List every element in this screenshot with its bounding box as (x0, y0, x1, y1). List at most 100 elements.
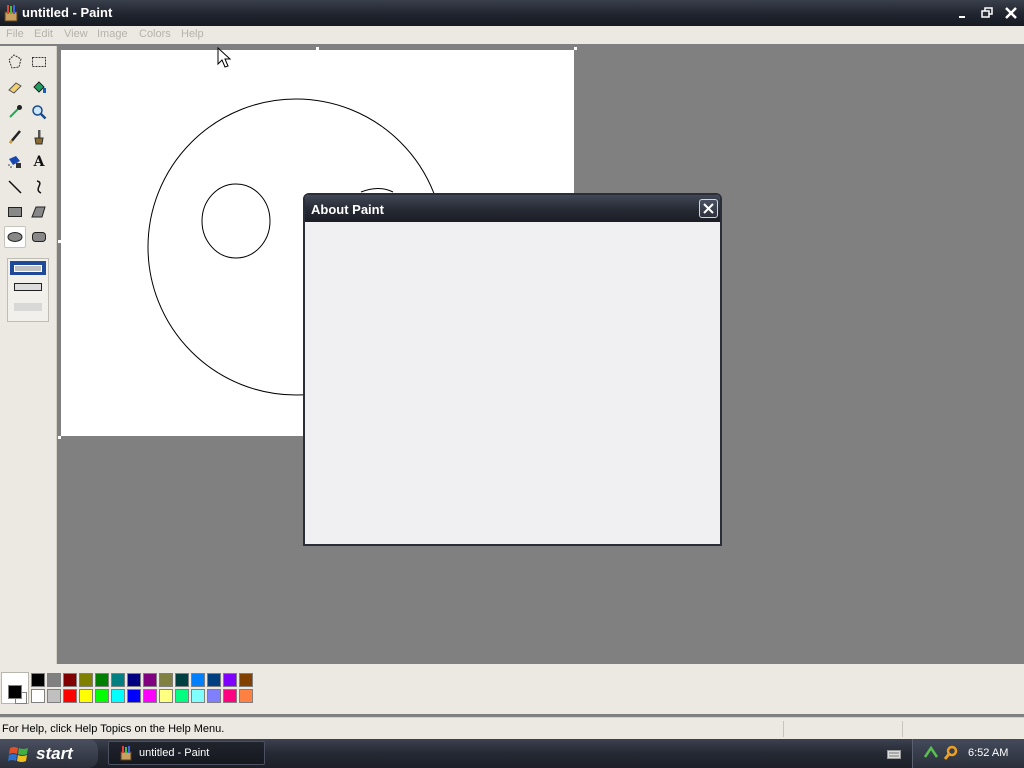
tool-pencil[interactable] (4, 126, 26, 148)
paint-app-icon (120, 746, 132, 761)
tool-select[interactable] (28, 51, 50, 73)
ellipse-icon (7, 232, 23, 242)
network-icon[interactable] (923, 745, 939, 761)
window-title: untitled - Paint (22, 5, 113, 20)
palette-swatch[interactable] (47, 673, 61, 687)
menu-file[interactable]: File (6, 28, 24, 40)
tool-text[interactable]: A (28, 151, 50, 173)
desktop-screen: untitled - Paint File Edit View Image Co… (0, 0, 1024, 768)
canvas-resize-handle[interactable] (316, 47, 319, 50)
fill-bucket-icon (33, 81, 46, 93)
tool-airbrush[interactable] (4, 151, 26, 173)
color-box (0, 664, 1024, 714)
tool-fill[interactable] (28, 76, 50, 98)
palette-swatch[interactable] (223, 689, 237, 703)
canvas-resize-handle[interactable] (58, 436, 61, 439)
palette-swatch[interactable] (191, 673, 205, 687)
palette-swatch[interactable] (175, 673, 189, 687)
tool-eraser[interactable] (4, 76, 26, 98)
restore-button[interactable] (977, 4, 997, 22)
taskbar-item-paint[interactable]: untitled - Paint (108, 741, 265, 765)
status-text: For Help, click Help Topics on the Help … (2, 723, 225, 735)
minimize-button[interactable] (953, 4, 973, 22)
tool-rounded-rectangle[interactable] (28, 226, 50, 248)
tool-free-form-select[interactable] (4, 51, 26, 73)
dialog-titlebar[interactable]: About Paint (305, 195, 720, 222)
paint-app-icon (4, 5, 18, 22)
palette-swatch[interactable] (95, 673, 109, 687)
search-icon[interactable] (943, 745, 959, 761)
airbrush-icon (8, 156, 21, 168)
tool-pick-color[interactable] (4, 101, 26, 123)
palette-swatch[interactable] (175, 689, 189, 703)
clock: 6:52 AM (968, 747, 1009, 759)
fill-style-filled-outline[interactable] (14, 283, 42, 291)
tool-curve[interactable] (28, 176, 50, 198)
fill-style-filled[interactable] (14, 303, 42, 311)
start-label: start (36, 743, 73, 763)
tool-rectangle[interactable] (4, 201, 26, 223)
palette-swatch[interactable] (95, 689, 109, 703)
text-icon: A (33, 154, 45, 170)
canvas-resize-handle[interactable] (58, 240, 61, 243)
close-button[interactable] (1001, 4, 1021, 22)
start-button[interactable]: start (0, 739, 98, 768)
menu-colors[interactable]: Colors (139, 28, 171, 40)
status-bar: For Help, click Help Topics on the Help … (0, 717, 1024, 739)
palette-swatch[interactable] (223, 673, 237, 687)
dialog-close-button[interactable] (699, 199, 718, 218)
tool-polygon[interactable] (28, 201, 50, 223)
palette-swatch[interactable] (159, 673, 173, 687)
system-tray: 6:52 AM (912, 739, 1024, 768)
palette-swatch[interactable] (47, 689, 61, 703)
menu-view[interactable]: View (64, 28, 88, 40)
rectangle-icon (8, 207, 22, 217)
free-select-icon (8, 54, 22, 69)
restore-icon (981, 7, 993, 18)
palette-swatch[interactable] (127, 689, 141, 703)
palette-swatch[interactable] (79, 689, 93, 703)
palette-swatch[interactable] (143, 673, 157, 687)
fill-style-outline[interactable] (10, 261, 46, 275)
rounded-rect-icon (32, 232, 46, 242)
tool-ellipse[interactable] (4, 226, 26, 248)
palette-swatch[interactable] (191, 689, 205, 703)
windows-logo-icon (8, 746, 28, 762)
line-icon (8, 180, 22, 194)
palette-swatch[interactable] (63, 673, 77, 687)
palette-swatch[interactable] (143, 689, 157, 703)
palette-swatch[interactable] (111, 689, 125, 703)
menu-image[interactable]: Image (97, 28, 128, 40)
close-icon (1005, 7, 1017, 19)
polygon-icon (31, 206, 46, 218)
keyboard-icon[interactable] (887, 748, 901, 760)
close-icon (703, 203, 714, 214)
dialog-body (305, 222, 720, 544)
status-separator (902, 721, 903, 737)
status-separator (783, 721, 784, 737)
palette-swatch[interactable] (31, 689, 45, 703)
tool-brush[interactable] (28, 126, 50, 148)
palette-swatch[interactable] (239, 689, 253, 703)
about-dialog: About Paint (303, 193, 722, 546)
canvas-resize-handle[interactable] (574, 47, 577, 50)
menu-edit[interactable]: Edit (34, 28, 53, 40)
menu-help[interactable]: Help (181, 28, 204, 40)
palette-swatch[interactable] (159, 689, 173, 703)
palette-swatch[interactable] (111, 673, 125, 687)
eraser-icon (8, 82, 22, 94)
tool-magnifier[interactable] (28, 101, 50, 123)
window-titlebar[interactable]: untitled - Paint (0, 0, 1024, 26)
tool-options-box[interactable] (7, 258, 49, 322)
eyedropper-icon (9, 105, 22, 118)
palette-swatch[interactable] (207, 673, 221, 687)
palette-swatch[interactable] (31, 673, 45, 687)
palette-swatch[interactable] (63, 689, 77, 703)
palette-swatch[interactable] (79, 673, 93, 687)
small-circle-shape (201, 183, 271, 259)
tool-line[interactable] (4, 176, 26, 198)
palette-swatch[interactable] (239, 673, 253, 687)
palette-swatch[interactable] (127, 673, 141, 687)
palette-swatch[interactable] (207, 689, 221, 703)
dialog-title: About Paint (311, 202, 384, 217)
